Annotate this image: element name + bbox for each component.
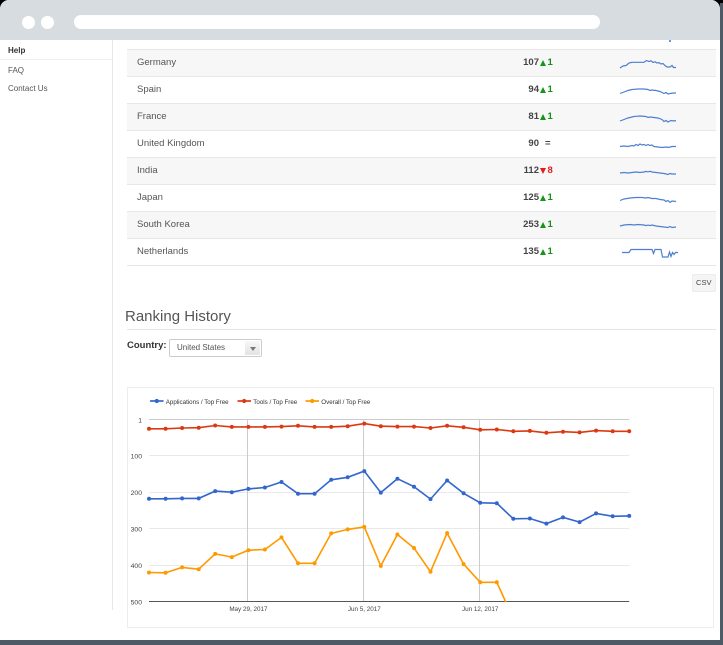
svg-text:400: 400: [131, 563, 143, 570]
svg-text:Jun 5, 2017: Jun 5, 2017: [348, 606, 381, 613]
svg-text:200: 200: [131, 490, 143, 497]
svg-text:1: 1: [138, 417, 142, 424]
svg-text:500: 500: [131, 599, 143, 606]
svg-text:Overall / Top Free: Overall / Top Free: [321, 399, 371, 406]
svg-text:100: 100: [131, 453, 143, 460]
svg-text:Jun 12, 2017: Jun 12, 2017: [462, 606, 499, 613]
svg-text:Applications / Top Free: Applications / Top Free: [166, 399, 229, 406]
svg-text:300: 300: [131, 526, 143, 533]
svg-text:Tools / Top Free: Tools / Top Free: [253, 399, 297, 406]
svg-text:May 29, 2017: May 29, 2017: [229, 606, 268, 613]
